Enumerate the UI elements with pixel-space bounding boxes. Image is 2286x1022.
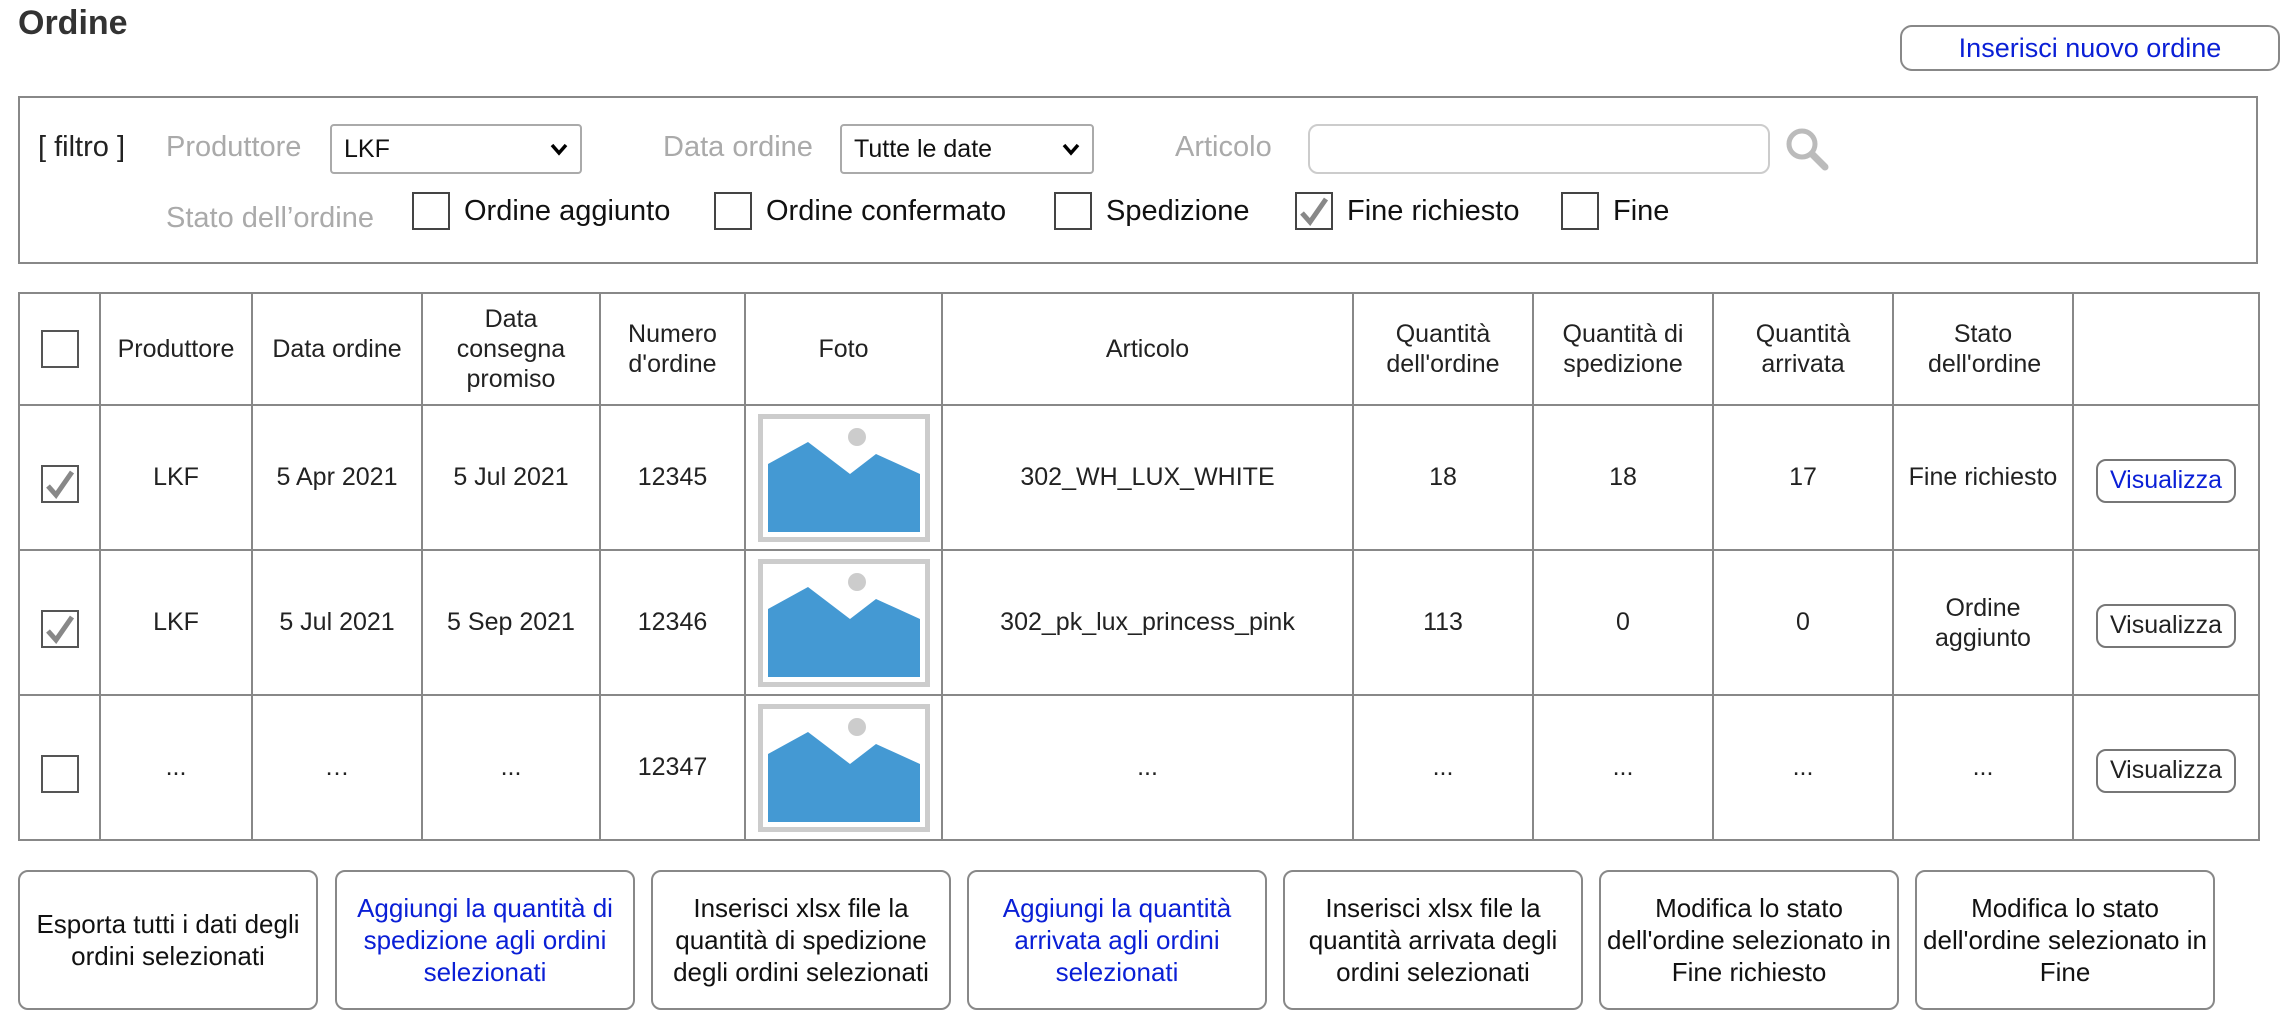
cell-status: ... (1892, 694, 2074, 841)
cell-article: 302_WH_LUX_WHITE (941, 404, 1354, 551)
producer-label: Produttore (166, 131, 302, 163)
status-option-spedizione[interactable]: Spedizione (1054, 192, 1250, 230)
add-shipping-qty-button[interactable]: Aggiungi la quantità di spedizione agli … (335, 870, 635, 1010)
status-label: Stato dell’ordine (166, 202, 374, 234)
status-option-label: Ordine aggiunto (464, 194, 671, 227)
image-placeholder-icon (757, 558, 930, 687)
column-header: Produttore (99, 292, 253, 406)
producer-select-value: LKF (344, 134, 390, 163)
cell-qty-arrived: ... (1712, 694, 1894, 841)
cell-order-number: 12345 (599, 404, 746, 551)
column-header: Quantità arrivata (1712, 292, 1894, 406)
status-checkbox[interactable] (1561, 192, 1599, 230)
cell-order-date: … (251, 694, 423, 841)
table-header-row: Produttore Data ordine Data consegna pro… (18, 292, 2260, 406)
row-checkbox[interactable] (40, 754, 79, 793)
cell-article: ... (941, 694, 1354, 841)
column-header: Data consegna promiso (421, 292, 601, 406)
article-label: Articolo (1175, 131, 1272, 163)
status-checkbox[interactable] (412, 192, 450, 230)
chevron-down-icon (550, 143, 568, 156)
cell-qty-shipped: ... (1532, 694, 1714, 841)
search-icon[interactable] (1782, 124, 1832, 174)
status-option-fine[interactable]: Fine (1561, 192, 1669, 230)
cell-order-number: 12346 (599, 549, 746, 696)
status-option-ordine-confermato[interactable]: Ordine confermato (714, 192, 1006, 230)
set-status-fine-button[interactable]: Modifica lo stato dell'ordine selezionat… (1915, 870, 2215, 1010)
cell-producer: ... (99, 694, 253, 841)
view-button[interactable]: Visualizza (2096, 603, 2236, 648)
cell-qty-arrived: 0 (1712, 549, 1894, 696)
export-selected-button[interactable]: Esporta tutti i dati degli ordini selezi… (18, 870, 318, 1010)
status-checkbox[interactable] (714, 192, 752, 230)
check-icon (1300, 197, 1329, 226)
column-header: Foto (744, 292, 943, 406)
status-option-ordine-aggiunto[interactable]: Ordine aggiunto (412, 192, 670, 230)
set-status-fine-richiesto-button[interactable]: Modifica lo stato dell'ordine selezionat… (1599, 870, 1899, 1010)
cell-qty-shipped: 18 (1532, 404, 1714, 551)
image-placeholder-icon (757, 703, 930, 832)
cell-order-date: 5 Jul 2021 (251, 549, 423, 696)
cell-delivery-date: 5 Sep 2021 (421, 549, 601, 696)
producer-select[interactable]: LKF (330, 124, 582, 174)
cell-delivery-date: 5 Jul 2021 (421, 404, 601, 551)
column-header: Data ordine (251, 292, 423, 406)
column-header: Quantità dell'ordine (1352, 292, 1534, 406)
cell-qty-shipped: 0 (1532, 549, 1714, 696)
cell-delivery-date: ... (421, 694, 601, 841)
status-option-label: Spedizione (1106, 194, 1250, 227)
view-button[interactable]: Visualizza (2096, 458, 2236, 503)
add-arrived-qty-button[interactable]: Aggiungi la quantità arrivata agli ordin… (967, 870, 1267, 1010)
select-all-checkbox[interactable] (40, 330, 79, 368)
table-row: LKF 5 Jul 2021 5 Sep 2021 12346 302_pk_l… (18, 549, 2260, 696)
status-option-label: Ordine confermato (766, 194, 1007, 227)
check-icon (45, 615, 74, 644)
cell-qty-arrived: 17 (1712, 404, 1894, 551)
page-title: Ordine (18, 4, 128, 42)
table-row: LKF 5 Apr 2021 5 Jul 2021 12345 302_WH_L… (18, 404, 2260, 551)
cell-qty-order: ... (1352, 694, 1534, 841)
cell-order-date: 5 Apr 2021 (251, 404, 423, 551)
column-header: Numero d'ordine (599, 292, 746, 406)
cell-order-number: 12347 (599, 694, 746, 841)
column-header: Quantità di spedizione (1532, 292, 1714, 406)
date-label: Data ordine (663, 131, 813, 163)
upload-arrived-xlsx-button[interactable]: Inserisci xlsx file la quantità arrivata… (1283, 870, 1583, 1010)
status-checkbox[interactable] (1054, 192, 1092, 230)
cell-status: Fine richiesto (1892, 404, 2074, 551)
view-button[interactable]: Visualizza (2096, 748, 2236, 793)
status-option-label: Fine (1613, 194, 1670, 227)
cell-article: 302_pk_lux_princess_pink (941, 549, 1354, 696)
filter-panel: [ filtro ] Produttore LKF Data ordine Tu… (18, 96, 2258, 264)
cell-producer: LKF (99, 404, 253, 551)
date-select[interactable]: Tutte le date (840, 124, 1094, 174)
check-icon (45, 470, 74, 499)
column-header: Stato dell'ordine (1892, 292, 2074, 406)
status-checkbox[interactable] (1295, 192, 1333, 230)
image-placeholder-icon (757, 413, 930, 542)
cell-producer: LKF (99, 549, 253, 696)
upload-shipping-xlsx-button[interactable]: Inserisci xlsx file la quantità di spedi… (651, 870, 951, 1010)
row-checkbox[interactable] (40, 464, 79, 503)
filter-tag: [ filtro ] (38, 131, 126, 163)
cell-qty-order: 18 (1352, 404, 1534, 551)
cell-qty-order: 113 (1352, 549, 1534, 696)
status-option-label: Fine richiesto (1347, 194, 1520, 227)
date-select-value: Tutte le date (854, 134, 993, 163)
row-checkbox[interactable] (40, 609, 79, 648)
table-row: ... … ... 12347 ... ... ... ... ... Visu… (18, 694, 2260, 841)
new-order-button[interactable]: Inserisci nuovo ordine (1900, 25, 2280, 71)
column-header (2072, 292, 2260, 406)
column-header: Articolo (941, 292, 1354, 406)
select-all-header (18, 292, 101, 406)
article-search-input[interactable] (1308, 124, 1770, 174)
orders-table: Produttore Data ordine Data consegna pro… (18, 292, 2260, 841)
chevron-down-icon (1062, 143, 1080, 156)
status-option-fine-richiesto[interactable]: Fine richiesto (1295, 192, 1519, 230)
cell-status: Ordine aggiunto (1892, 549, 2074, 696)
